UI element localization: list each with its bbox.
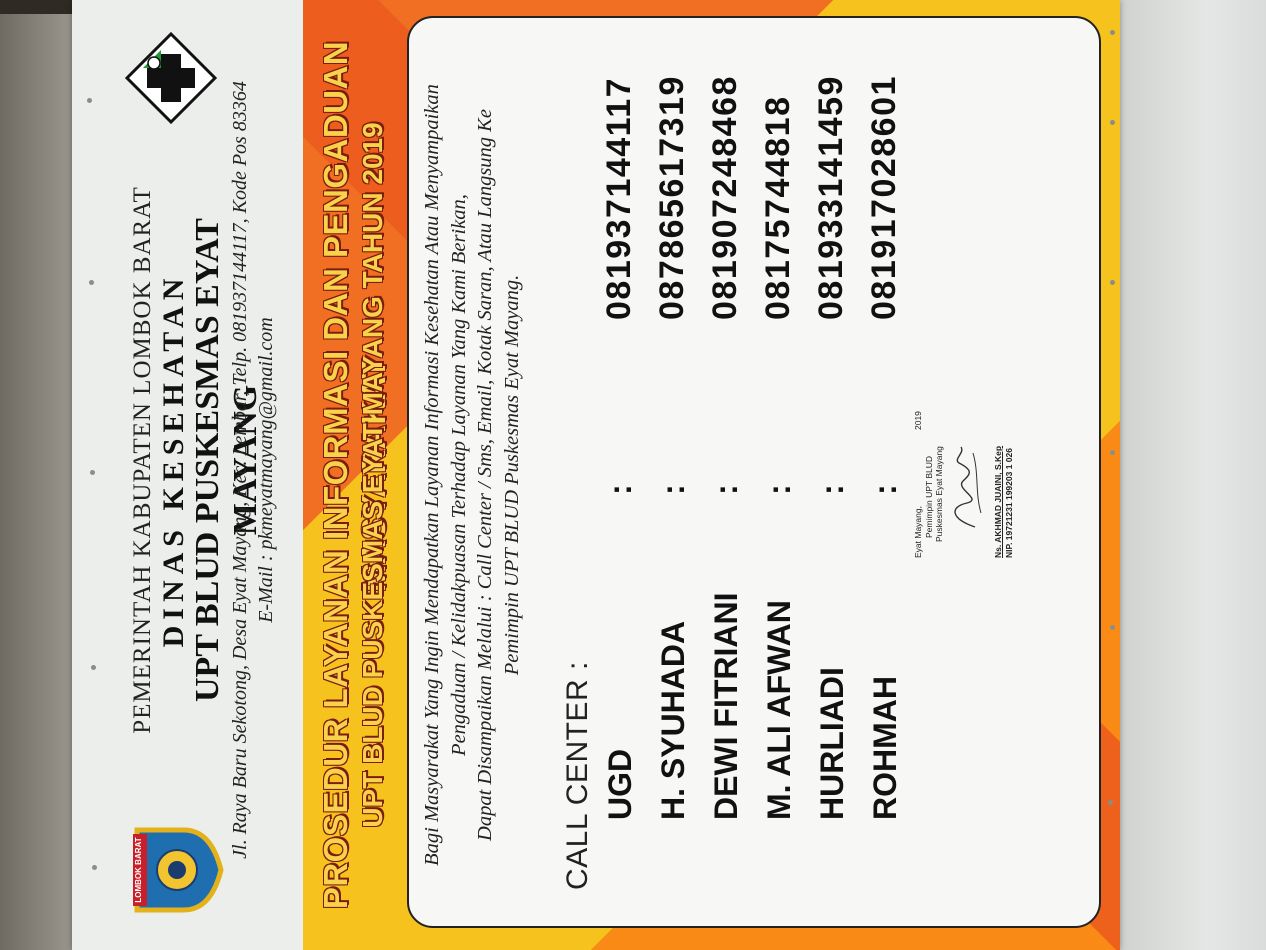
banner-canvas: LOMBOK BARAT PEMERINTAH KABUPATEN LOMBOK… bbox=[72, 0, 1120, 950]
nail bbox=[90, 470, 95, 475]
contact-phone: 081933141459 bbox=[812, 75, 850, 320]
contact-phone: 081907248468 bbox=[706, 75, 744, 320]
intro-line: Dapat Disampaikan Melalui : Call Center … bbox=[474, 109, 496, 841]
contact-name: HURLIADI bbox=[814, 667, 850, 820]
nail bbox=[1108, 800, 1113, 805]
information-banner: LOMBOK BARAT PEMERINTAH KABUPATEN LOMBOK… bbox=[72, 0, 1120, 950]
signature-name: Ns. AKHMAD JUAINI, S.Kep bbox=[993, 445, 1003, 558]
nail bbox=[87, 98, 92, 103]
header-department: DINAS KESEHATAN bbox=[157, 272, 190, 648]
intro-line: Pengaduan / Kelidakpuasan Terhadap Layan… bbox=[447, 194, 470, 756]
nail bbox=[1110, 625, 1115, 630]
contact-name: DEWI FITRIANI bbox=[708, 592, 744, 820]
nail bbox=[91, 665, 96, 670]
signature-nip: NIP. 19721231 199203 1 026 bbox=[1004, 448, 1014, 558]
signature-year: 2019 bbox=[913, 411, 923, 430]
nail bbox=[1110, 120, 1115, 125]
puskesmas-cross-logo bbox=[123, 30, 219, 126]
contact-name: UGD bbox=[602, 748, 638, 820]
contact-phone: 081937144117 bbox=[600, 76, 638, 320]
contact-colon: : bbox=[708, 484, 744, 495]
wall-right bbox=[1120, 0, 1266, 950]
signature-role-2: Puskesmas Eyat Mayang bbox=[934, 446, 944, 542]
nail bbox=[92, 865, 97, 870]
nail bbox=[89, 280, 94, 285]
intro-line: Bagi Masyarakat Yang Ingin Mendapatkan L… bbox=[421, 84, 443, 866]
call-center-label: CALL CENTER : bbox=[561, 661, 594, 890]
intro-text: Bagi Masyarakat Yang Ingin Mendapatkan L… bbox=[419, 50, 525, 900]
title-line-2: UPT BLUD PUSKESMAS EYAT MAYANG TAHUN 201… bbox=[357, 122, 388, 828]
handwritten-signature bbox=[954, 446, 982, 528]
intro-line: Pemimpin UPT BLUD Puskesmas Eyat Mayang. bbox=[500, 274, 523, 676]
nail bbox=[1110, 450, 1115, 455]
contact-colon: : bbox=[867, 484, 903, 495]
signature-role-1: Pemimpin UPT BLUD bbox=[924, 455, 934, 538]
contact-name: ROHMAH bbox=[867, 676, 903, 820]
contact-phone: 08175744818 bbox=[759, 95, 797, 320]
header-government: PEMERINTAH KABUPATEN LOMBOK BARAT bbox=[129, 186, 156, 734]
contact-colon: : bbox=[814, 484, 850, 495]
header-email: E-Mail : pkmeyatmayang@gmail.com bbox=[255, 317, 277, 623]
contact-phone: 081917028601 bbox=[865, 75, 903, 320]
lombok-barat-logo: LOMBOK BARAT bbox=[129, 820, 225, 920]
contact-colon: : bbox=[655, 484, 691, 495]
contact-colon: : bbox=[602, 484, 638, 495]
signature-place: Eyat Mayang, bbox=[913, 506, 923, 558]
contact-name: M. ALI AFWAN bbox=[761, 600, 797, 820]
contact-name: H. SYUHADA bbox=[655, 620, 691, 820]
header-unit: UPT BLUD PUSKESMAS EYAT MAYANG bbox=[189, 218, 264, 702]
lombok-barat-logo-text: LOMBOK BARAT bbox=[134, 837, 143, 903]
contact-colon: : bbox=[761, 484, 797, 495]
header-address: Jl. Raya Baru Sekotong, Desa Eyat Mayang… bbox=[229, 81, 251, 859]
contact-phone: 087865617319 bbox=[653, 75, 691, 320]
wall-left bbox=[0, 14, 72, 950]
nail bbox=[1110, 280, 1115, 285]
signature-block: Eyat Mayang, 2019 Pemimpin UPT BLUD Pusk… bbox=[913, 408, 1023, 558]
nail bbox=[1110, 30, 1115, 35]
